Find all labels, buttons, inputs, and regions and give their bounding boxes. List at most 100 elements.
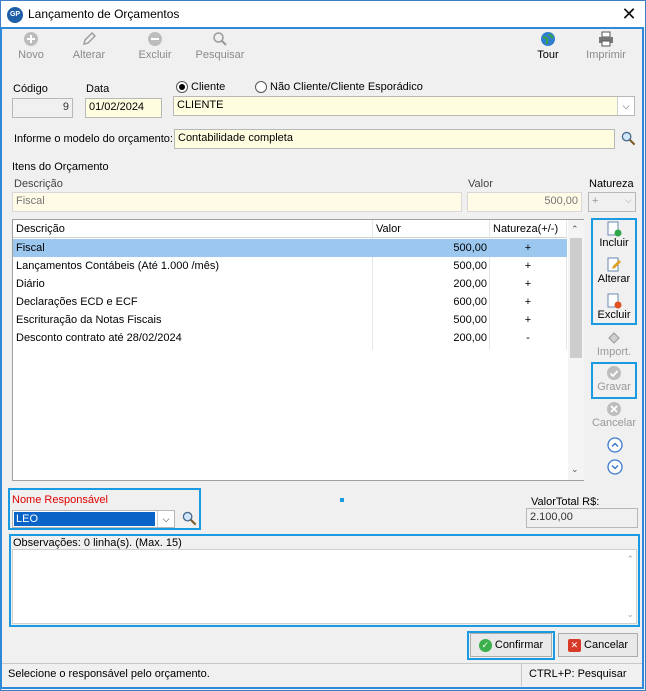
chevron-down-icon[interactable]: ⌵: [617, 97, 634, 115]
scroll-up-icon[interactable]: ⌃: [571, 224, 579, 235]
responsavel-select[interactable]: LEO ⌵: [12, 510, 175, 528]
radio-nao-cliente-label: Não Cliente/Cliente Esporádico: [270, 81, 423, 93]
radio-cliente-label: Cliente: [191, 81, 226, 93]
status-bar: Selecione o responsável pelo orçamento. …: [2, 663, 642, 686]
import-button[interactable]: Import.: [591, 330, 637, 358]
cliente-select[interactable]: CLIENTE: [173, 96, 635, 116]
item-descricao-field[interactable]: Fiscal: [12, 192, 462, 212]
table-row[interactable]: Desconto contrato até 28/02/2024 200,00 …: [13, 329, 567, 347]
edit-document-icon: [607, 257, 621, 272]
side-excluir-label: Excluir: [597, 309, 631, 321]
item-valor-label: Valor: [468, 178, 493, 190]
observacoes-textarea[interactable]: ⌃ ⌄: [12, 549, 637, 624]
move-down-icon[interactable]: [607, 459, 623, 475]
scrollbar-thumb[interactable]: [570, 238, 582, 358]
table-header: Descrição Valor Natureza(+/-): [13, 220, 567, 238]
observacoes-label: Observações: 0 linha(s). (Max. 15): [13, 537, 182, 549]
table-scrollbar[interactable]: ⌃ ⌄: [568, 220, 584, 480]
imprimir-button[interactable]: Imprimir: [576, 31, 636, 67]
search-icon[interactable]: [621, 131, 636, 146]
imprimir-label: Imprimir: [586, 49, 626, 61]
cancelar-button[interactable]: ✕ Cancelar: [558, 633, 638, 657]
obs-scroll-down-icon[interactable]: ⌄: [626, 609, 634, 620]
total-label: ValorTotal R$:: [531, 496, 600, 508]
tour-label: Tour: [537, 49, 559, 61]
status-message: Selecione o responsável pelo orçamento.: [8, 668, 210, 680]
excluir-button[interactable]: Excluir: [125, 31, 185, 67]
x-circle-icon: [607, 402, 621, 416]
pesquisar-button[interactable]: Pesquisar: [190, 31, 250, 67]
radio-nao-cliente[interactable]: [255, 81, 267, 93]
confirmar-button[interactable]: ✓ Confirmar: [470, 633, 552, 657]
cell-valor: 500,00: [453, 314, 487, 326]
novo-button[interactable]: Novo: [1, 31, 61, 67]
incluir-button[interactable]: Incluir: [591, 221, 637, 249]
responsavel-chevron-icon[interactable]: ⌵: [157, 511, 174, 527]
item-natureza-select[interactable]: + ⌵: [588, 192, 636, 212]
status-divider: [521, 664, 522, 686]
modelo-label: Informe o modelo do orçamento:: [14, 133, 173, 145]
codigo-label: Código: [13, 83, 48, 95]
status-shortcut: CTRL+P: Pesquisar: [529, 668, 627, 680]
cell-natureza: +: [524, 296, 532, 308]
item-natureza-label: Natureza: [589, 178, 634, 190]
table-row[interactable]: Escrituração da Notas Fiscais 500,00 +: [13, 311, 567, 329]
item-valor-field[interactable]: 500,00: [467, 192, 582, 212]
side-cancelar-button[interactable]: Cancelar: [591, 401, 637, 429]
tour-button[interactable]: Tour: [518, 31, 578, 67]
item-natureza-value: +: [592, 195, 599, 207]
cell-valor: 600,00: [453, 296, 487, 308]
printer-icon: [599, 31, 613, 47]
gravar-button[interactable]: Gravar: [591, 365, 637, 393]
cell-natureza: +: [524, 260, 532, 272]
globe-icon: [541, 32, 555, 46]
check-icon: ✓: [478, 638, 492, 652]
cell-natureza: +: [524, 242, 532, 254]
scroll-down-icon[interactable]: ⌄: [571, 464, 579, 475]
minus-circle-icon: [148, 32, 162, 46]
table-row[interactable]: Declarações ECD e ECF 600,00 +: [13, 293, 567, 311]
cell-valor: 200,00: [453, 332, 487, 344]
delete-document-icon: [607, 293, 622, 309]
responsavel-value: LEO: [14, 512, 155, 526]
app-icon: GP: [7, 7, 23, 23]
side-excluir-button[interactable]: Excluir: [591, 293, 637, 321]
cliente-value: CLIENTE: [177, 99, 224, 111]
column-header-valor: Valor: [376, 223, 401, 235]
side-alterar-label: Alterar: [597, 273, 631, 285]
items-table[interactable]: Descrição Valor Natureza(+/-) Fiscal 500…: [12, 219, 584, 481]
cancel-icon: ✕: [567, 638, 581, 652]
itens-section-label: Itens do Orçamento: [12, 161, 109, 173]
magnifier-icon: [213, 32, 227, 46]
obs-scroll-up-icon[interactable]: ⌃: [626, 554, 634, 565]
responsavel-search-icon[interactable]: [182, 511, 197, 526]
cell-descricao: Diário: [16, 278, 45, 290]
table-row[interactable]: Fiscal 500,00 +: [13, 239, 567, 257]
pesquisar-label: Pesquisar: [195, 49, 245, 61]
radio-cliente[interactable]: [176, 81, 188, 93]
responsavel-label: Nome Responsável: [12, 494, 108, 506]
alterar-button[interactable]: Alterar: [59, 31, 119, 67]
import-label: Import.: [596, 346, 632, 358]
close-button[interactable]: ✕: [617, 3, 641, 25]
observacoes-panel: Observações: 0 linha(s). (Max. 15) ⌃ ⌄: [9, 534, 640, 627]
move-up-icon[interactable]: [607, 437, 623, 453]
side-alterar-button[interactable]: Alterar: [591, 257, 637, 285]
window-title: Lançamento de Orçamentos: [28, 7, 180, 21]
table-row[interactable]: Lançamentos Contábeis (Até 1.000 /mês) 5…: [13, 257, 567, 275]
add-document-icon: [607, 221, 622, 237]
natureza-chevron-icon: ⌵: [625, 195, 632, 205]
column-header-descricao: Descrição: [16, 223, 65, 235]
check-circle-icon: [607, 366, 621, 380]
title-bar: GP Lançamento de Orçamentos ✕: [1, 1, 645, 28]
table-row[interactable]: Diário 200,00 +: [13, 275, 567, 293]
data-field[interactable]: 01/02/2024: [85, 98, 162, 118]
total-field: 2.100,00: [526, 508, 638, 528]
cell-descricao: Declarações ECD e ECF: [16, 296, 138, 308]
cell-natureza: +: [524, 314, 532, 326]
modelo-field[interactable]: Contabilidade completa: [174, 129, 615, 149]
gravar-label: Gravar: [597, 381, 631, 393]
pencil-icon: [83, 32, 96, 45]
novo-label: Novo: [18, 49, 44, 61]
import-icon: [608, 332, 620, 344]
